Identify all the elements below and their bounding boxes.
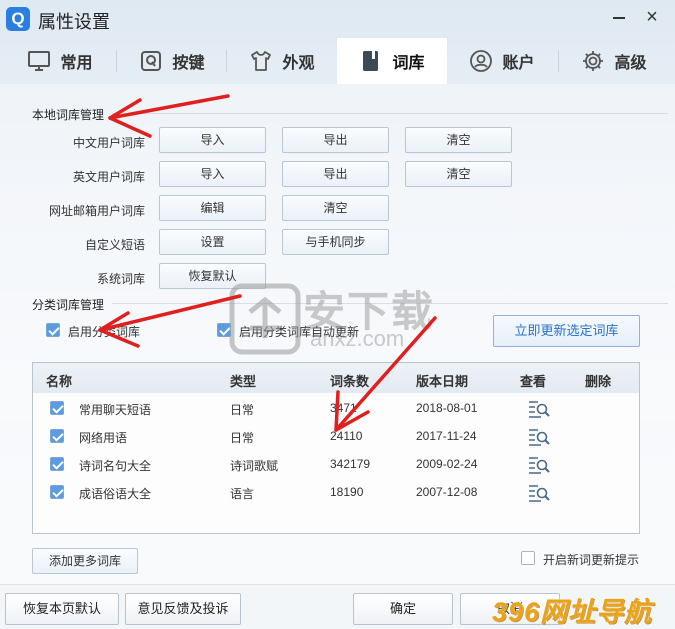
update-selected-dict-button[interactable]: 立即更新选定词库 bbox=[493, 315, 640, 347]
tab-keys[interactable]: 按键 bbox=[117, 38, 227, 84]
tab-appearance[interactable]: 外观 bbox=[227, 38, 337, 84]
view-icon[interactable] bbox=[528, 399, 550, 419]
section-divider bbox=[112, 113, 668, 114]
dict-type: 日常 bbox=[230, 403, 255, 417]
chinese-export-button[interactable]: 导出 bbox=[282, 127, 389, 153]
url-email-clear-button[interactable]: 清空 bbox=[282, 195, 389, 221]
chinese-clear-button[interactable]: 清空 bbox=[405, 127, 512, 153]
tab-account[interactable]: 账户 bbox=[447, 38, 557, 84]
restore-page-default-button[interactable]: 恢复本页默认 bbox=[5, 593, 119, 625]
app-logo-icon: Q bbox=[6, 7, 30, 31]
close-button[interactable]: × bbox=[641, 6, 663, 28]
view-icon[interactable] bbox=[528, 455, 550, 475]
row-label-custom-phrase: 自定义短语 bbox=[84, 238, 145, 252]
tab-label: 账户 bbox=[502, 55, 535, 72]
tab-label: 按键 bbox=[172, 55, 205, 72]
dict-count: 24110 bbox=[330, 429, 363, 443]
tab-label: 外观 bbox=[282, 55, 315, 72]
row-label-url-email-dict: 网址邮箱用户词库 bbox=[48, 204, 145, 218]
english-import-button[interactable]: 导入 bbox=[159, 161, 266, 187]
row-label-chinese-user-dict: 中文用户词库 bbox=[72, 136, 145, 150]
ok-button[interactable]: 确定 bbox=[353, 593, 453, 625]
english-clear-button[interactable]: 清空 bbox=[405, 161, 512, 187]
user-icon bbox=[470, 50, 493, 72]
view-icon[interactable] bbox=[528, 427, 550, 447]
tab-bar: 常用 按键 外观 词库 账户 高级 bbox=[0, 38, 675, 84]
dict-count: 3471 bbox=[330, 401, 357, 415]
dict-date: 2009-02-24 bbox=[416, 457, 478, 471]
column-header-view: 查看 bbox=[520, 374, 547, 389]
tab-dictionary[interactable]: 词库 bbox=[337, 38, 447, 84]
table-header: 名称 类型 词条数 版本日期 查看 删除 bbox=[33, 363, 639, 393]
dict-name: 诗词名句大全 bbox=[79, 459, 152, 473]
enable-category-dict-label: 启用分类词库 bbox=[68, 325, 141, 339]
custom-phrase-settings-button[interactable]: 设置 bbox=[159, 229, 266, 255]
table-row[interactable]: 成语俗语大全 语言 18190 2007-12-08 bbox=[33, 479, 639, 507]
tab-advanced[interactable]: 高级 bbox=[559, 38, 669, 84]
dict-date: 2007-12-08 bbox=[416, 485, 478, 499]
row-label-english-user-dict: 英文用户词库 bbox=[72, 170, 145, 184]
book-icon bbox=[363, 51, 379, 71]
add-more-dict-button[interactable]: 添加更多词库 bbox=[32, 548, 138, 574]
dict-count: 342179 bbox=[330, 457, 371, 471]
view-icon[interactable] bbox=[528, 483, 550, 503]
column-header-type: 类型 bbox=[230, 374, 257, 389]
sync-with-phone-button[interactable]: 与手机同步 bbox=[282, 229, 389, 255]
url-email-edit-button[interactable]: 编辑 bbox=[159, 195, 266, 221]
column-header-delete: 删除 bbox=[585, 374, 612, 389]
local-dictionary-section-title: 本地词库管理 bbox=[32, 108, 105, 122]
row-label-system-dict: 系统词库 bbox=[96, 272, 145, 286]
new-word-hint-checkbox[interactable] bbox=[521, 551, 535, 565]
dict-name: 网络用语 bbox=[79, 431, 128, 445]
tab-label: 高级 bbox=[614, 55, 647, 72]
dict-count: 18190 bbox=[330, 485, 364, 499]
keyboard-q-icon bbox=[141, 51, 162, 71]
tab-label: 常用 bbox=[60, 55, 93, 72]
table-row[interactable]: 诗词名句大全 诗词歌赋 342179 2009-02-24 bbox=[33, 451, 639, 479]
feedback-button[interactable]: 意见反馈及投诉 bbox=[125, 593, 241, 625]
row-checkbox[interactable] bbox=[50, 457, 64, 471]
chinese-import-button[interactable]: 导入 bbox=[159, 127, 266, 153]
row-checkbox[interactable] bbox=[50, 429, 64, 443]
table-row[interactable]: 常用聊天短语 日常 3471 2018-08-01 bbox=[33, 395, 639, 423]
category-dict-table: 名称 类型 词条数 版本日期 查看 删除 常用聊天短语 日常 3471 2018… bbox=[32, 362, 640, 534]
window-title: 属性设置 bbox=[38, 12, 110, 32]
watermark-logo-icon bbox=[229, 283, 301, 355]
column-header-count: 词条数 bbox=[330, 374, 370, 389]
watermark-bottom-text: 396网址导航 bbox=[492, 597, 653, 627]
minimize-button[interactable] bbox=[608, 6, 630, 28]
dict-type: 日常 bbox=[230, 431, 255, 445]
title-bar: Q 属性设置 × bbox=[0, 0, 675, 38]
dict-type: 语言 bbox=[230, 487, 255, 501]
dict-date: 2017-11-24 bbox=[416, 429, 477, 443]
row-checkbox[interactable] bbox=[50, 485, 64, 499]
dict-name: 常用聊天短语 bbox=[79, 403, 152, 417]
column-header-date: 版本日期 bbox=[416, 374, 469, 389]
enable-category-dict-checkbox[interactable] bbox=[46, 323, 60, 337]
row-checkbox[interactable] bbox=[50, 401, 64, 415]
tab-label: 词库 bbox=[392, 55, 425, 72]
monitor-icon bbox=[28, 51, 51, 71]
table-row[interactable]: 网络用语 日常 24110 2017-11-24 bbox=[33, 423, 639, 451]
tshirt-icon bbox=[251, 51, 272, 71]
watermark-subtext: anxz.com bbox=[310, 326, 405, 351]
english-export-button[interactable]: 导出 bbox=[282, 161, 389, 187]
new-word-hint-label: 开启新词更新提示 bbox=[543, 553, 640, 567]
dict-name: 成语俗语大全 bbox=[79, 487, 152, 501]
dict-date: 2018-08-01 bbox=[416, 401, 478, 415]
gear-icon bbox=[583, 51, 604, 71]
column-header-name: 名称 bbox=[46, 374, 73, 389]
category-dictionary-section-title: 分类词库管理 bbox=[32, 298, 105, 312]
tab-common[interactable]: 常用 bbox=[5, 38, 115, 84]
dict-type: 诗词歌赋 bbox=[230, 459, 279, 473]
